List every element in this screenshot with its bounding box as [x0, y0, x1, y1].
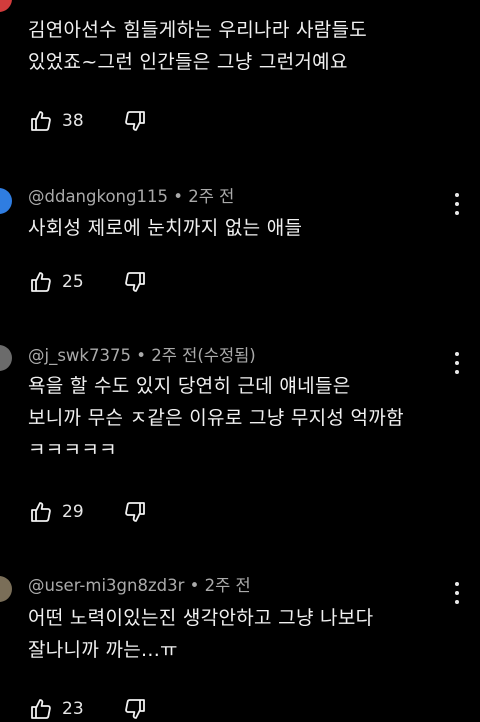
more-vert-icon [455, 352, 459, 356]
comment-actions: 23 [28, 696, 148, 722]
meta-separator: • [189, 576, 200, 595]
thumb-down-icon [125, 272, 145, 292]
dislike-button[interactable] [122, 499, 148, 525]
thumb-up-icon [31, 272, 51, 292]
author-name[interactable]: @ddangkong115 [28, 187, 168, 206]
meta-separator: • [136, 346, 146, 365]
comment-line: 보니까 무슨 ㅈ같은 이유로 그냥 무지성 억까함 [28, 407, 404, 429]
comment-text: 사회성 제로에 눈치까지 없는 애들 [28, 212, 302, 244]
avatar[interactable] [0, 345, 12, 371]
comment-meta: @user-mi3gn8zd3r • 2주 전 [28, 572, 251, 596]
comment-text: 어떤 노력이있는진 생각안하고 그냥 나보다 잘나니까 까는...ㅠ [28, 602, 373, 666]
like-count: 25 [62, 272, 84, 292]
like-button[interactable] [28, 108, 54, 134]
comment-line: ㅋㅋㅋㅋㅋ [28, 439, 117, 461]
dislike-button[interactable] [122, 269, 148, 295]
avatar[interactable] [0, 188, 12, 214]
comment-line: 사회성 제로에 눈치까지 없는 애들 [28, 217, 303, 239]
avatar[interactable] [0, 576, 12, 602]
thumb-down-icon [125, 502, 145, 522]
comment-line: 욕을 할 수도 있지 당연히 근데 얘네들은 [28, 375, 351, 397]
more-vert-icon [455, 582, 459, 586]
like-button[interactable] [28, 269, 54, 295]
like-button[interactable] [28, 499, 54, 525]
thumb-up-icon [31, 502, 51, 522]
comment-line: 어떤 노력이있는진 생각안하고 그냥 나보다 [28, 607, 374, 629]
meta-separator: • [173, 187, 183, 206]
dislike-button[interactable] [122, 108, 148, 134]
comment-text: 욕을 할 수도 있지 당연히 근데 얘네들은 보니까 무슨 ㅈ같은 이유로 그냥… [28, 370, 404, 466]
like-count: 23 [62, 699, 84, 719]
thumb-down-icon [125, 699, 145, 719]
comment-actions: 25 [28, 269, 148, 295]
thumb-down-icon [125, 111, 145, 131]
more-options-button[interactable] [452, 193, 462, 215]
comment-line: 김연아선수 힘들게하는 우리나라 사람들도 [28, 19, 368, 41]
more-options-button[interactable] [452, 582, 462, 604]
avatar[interactable] [0, 0, 12, 12]
more-vert-icon [455, 193, 459, 197]
author-name[interactable]: @j_swk7375 [28, 346, 131, 365]
like-count: 38 [62, 111, 84, 131]
thumb-up-icon [31, 699, 51, 719]
comment-actions: 29 [28, 499, 148, 525]
timestamp: 2주 전 [188, 187, 235, 206]
like-count: 29 [62, 502, 84, 522]
comment-actions: 38 [28, 108, 148, 134]
comment-meta: @ddangkong115 • 2주 전 [28, 183, 234, 207]
dislike-button[interactable] [122, 696, 148, 722]
comment-meta: @j_swk7375 • 2주 전(수정됨) [28, 342, 256, 366]
comment-line: 잘나니까 까는...ㅠ [28, 639, 178, 661]
timestamp: 2주 전 [204, 576, 251, 595]
thumb-up-icon [31, 111, 51, 131]
author-name[interactable]: @user-mi3gn8zd3r [28, 576, 184, 595]
more-options-button[interactable] [452, 352, 462, 374]
like-button[interactable] [28, 696, 54, 722]
comment-line: 있었죠~그런 인간들은 그냥 그런거예요 [28, 51, 348, 73]
comment-text: 김연아선수 힘들게하는 우리나라 사람들도 있었죠~그런 인간들은 그냥 그런거… [28, 14, 367, 78]
timestamp: 2주 전(수정됨) [151, 346, 256, 365]
